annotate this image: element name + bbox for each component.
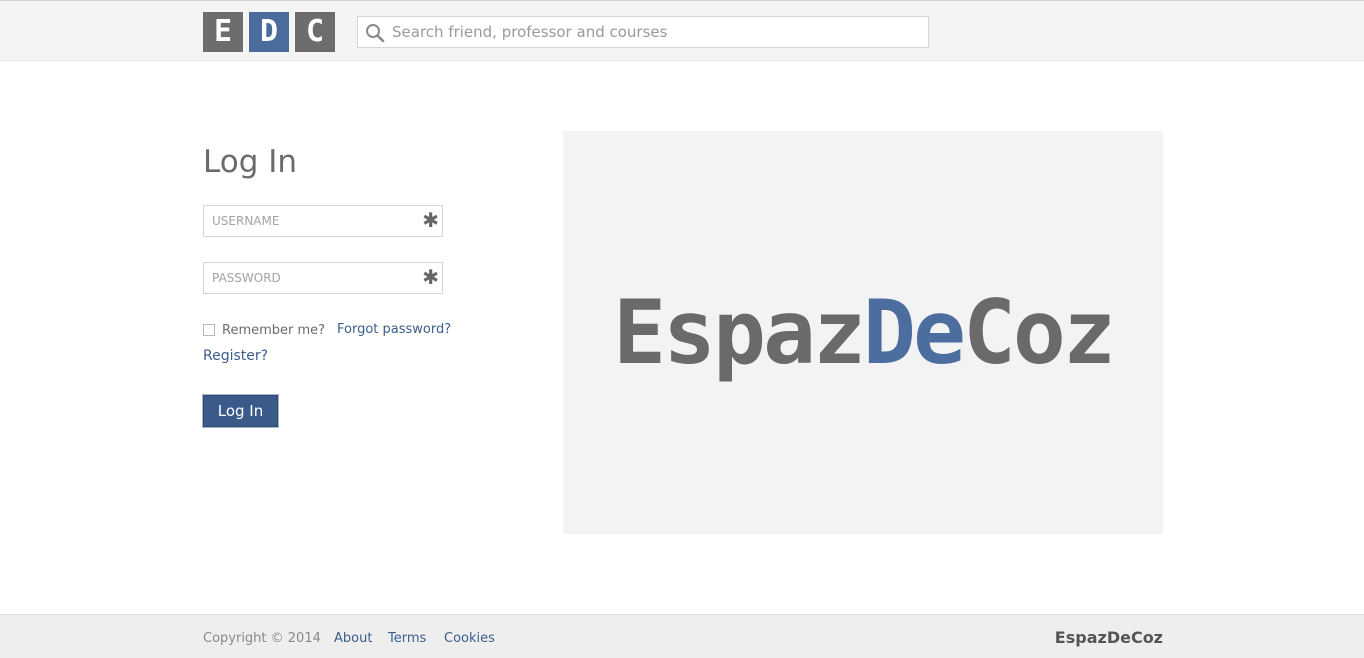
remember-me-row: Remember me? [203,321,325,339]
brand-wordmark: Espaz De Coz [613,278,1116,388]
logo-tile-c: C [295,12,335,52]
search-icon [366,24,385,43]
footer-link-cookies[interactable]: Cookies [444,631,495,646]
login-button[interactable]: Log In [203,395,278,427]
top-header: E D C [0,0,1364,61]
page-title: Log In [203,144,298,180]
search-input[interactable] [392,17,922,47]
search-box[interactable] [357,16,929,48]
hero-banner: Espaz De Coz [563,131,1163,534]
logo-tile-e: E [203,12,243,52]
username-field[interactable]: ✱ [203,205,443,237]
wordmark-coz: Coz [962,281,1116,384]
wordmark-espaz: Espaz [613,281,866,384]
page-footer: Copyright © 2014 About Terms Cookies Esp… [0,614,1364,658]
required-asterisk-icon: ✱ [422,208,439,232]
footer-link-about[interactable]: About [334,631,372,646]
forgot-password-link[interactable]: Forgot password? [337,322,451,337]
footer-link-terms[interactable]: Terms [388,631,426,646]
username-input[interactable] [212,206,422,236]
required-asterisk-icon: ✱ [422,265,439,289]
copyright-text: Copyright © 2014 [203,631,321,646]
remember-me-label: Remember me? [222,322,326,338]
password-input[interactable] [212,263,422,293]
footer-brand: EspazDeCoz [1054,628,1163,647]
remember-me-checkbox[interactable] [203,324,215,336]
password-field[interactable]: ✱ [203,262,443,294]
register-link[interactable]: Register? [203,348,268,364]
wordmark-de: De [862,281,966,384]
logo-tile-d: D [249,12,289,52]
site-logo[interactable]: E D C [203,12,335,52]
